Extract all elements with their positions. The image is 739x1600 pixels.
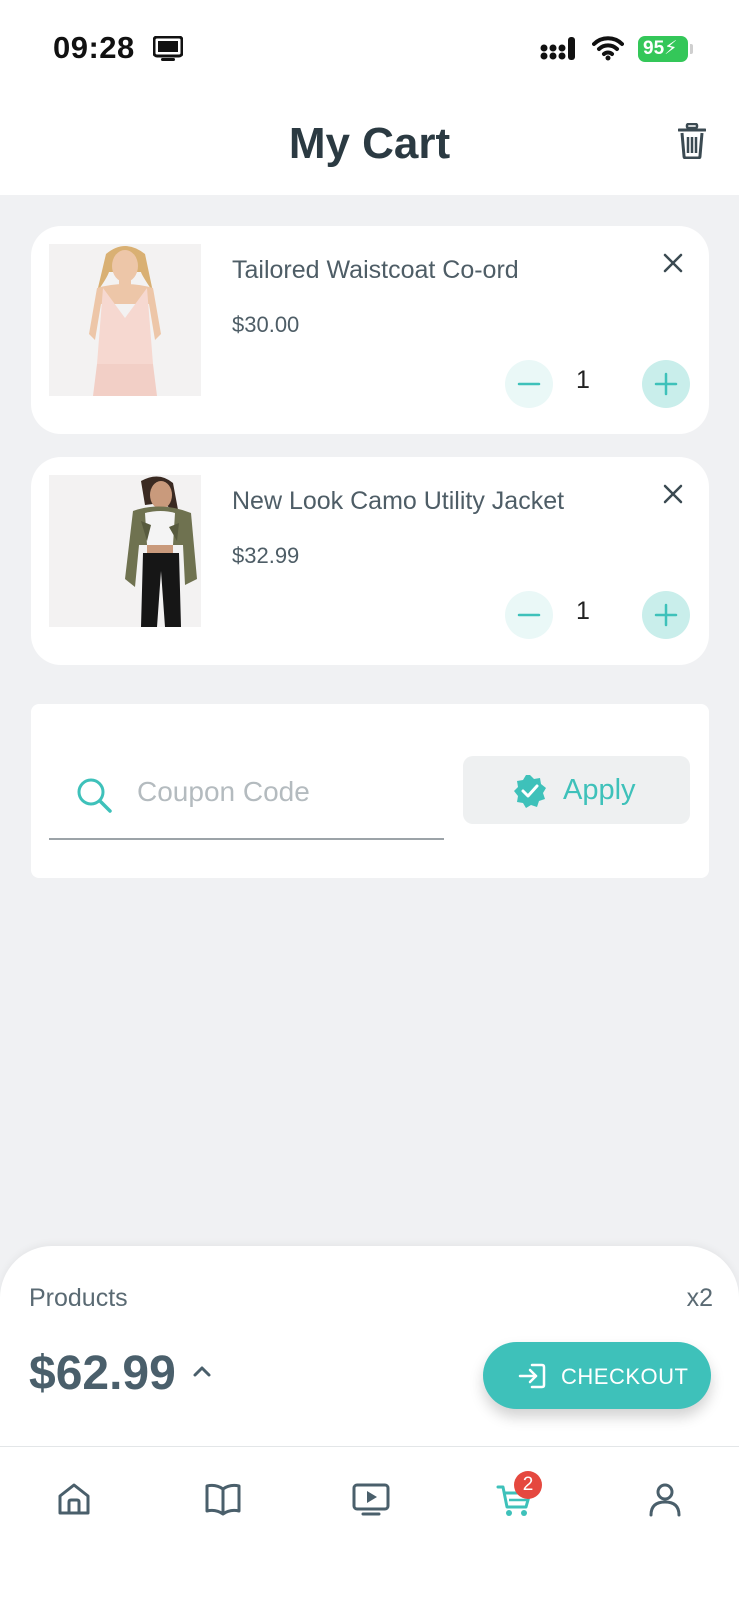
wifi-icon bbox=[592, 35, 624, 66]
signal-icon bbox=[540, 37, 578, 66]
quantity-decrease-button[interactable] bbox=[505, 591, 553, 639]
quantity-value: 1 bbox=[576, 366, 590, 394]
products-count: x2 bbox=[686, 1284, 713, 1312]
coupon-card: Apply bbox=[31, 704, 709, 878]
verified-badge-icon bbox=[513, 774, 547, 813]
product-image[interactable] bbox=[49, 475, 201, 627]
plus-icon bbox=[654, 372, 678, 396]
bottom-navigation: 2 bbox=[0, 1446, 739, 1600]
quantity-increase-button[interactable] bbox=[642, 360, 690, 408]
close-icon[interactable] bbox=[661, 482, 685, 511]
nav-home[interactable] bbox=[44, 1469, 104, 1529]
product-name[interactable]: Tailored Waistcoat Co-ord bbox=[232, 256, 519, 285]
total-price: $62.99 bbox=[29, 1347, 176, 1400]
home-icon bbox=[58, 1483, 90, 1515]
battery-indicator: 95⚡ bbox=[638, 36, 688, 62]
page-title: My Cart bbox=[288, 119, 451, 168]
nav-library[interactable] bbox=[192, 1469, 252, 1529]
product-price: $32.99 bbox=[232, 543, 300, 568]
cart-badge: 2 bbox=[514, 1471, 542, 1499]
cart-item[interactable]: New Look Camo Utility Jacket $32.99 1 bbox=[31, 457, 709, 665]
nav-profile[interactable] bbox=[635, 1469, 695, 1529]
product-price: $30.00 bbox=[232, 312, 300, 337]
quantity-decrease-button[interactable] bbox=[505, 360, 553, 408]
nav-cart[interactable]: 2 bbox=[484, 1469, 544, 1529]
trash-icon[interactable] bbox=[677, 122, 707, 164]
coupon-field[interactable] bbox=[49, 760, 444, 840]
minus-icon bbox=[517, 613, 541, 617]
product-image[interactable] bbox=[49, 244, 201, 396]
book-icon bbox=[205, 1483, 241, 1516]
coupon-input[interactable] bbox=[137, 774, 427, 810]
checkout-button[interactable]: CHECKOUT bbox=[483, 1342, 711, 1409]
apply-button[interactable]: Apply bbox=[463, 756, 690, 824]
battery-tip bbox=[690, 44, 693, 54]
order-summary: Products x2 $62.99 CHECKOUT bbox=[0, 1246, 739, 1446]
product-name[interactable]: New Look Camo Utility Jacket bbox=[232, 487, 564, 516]
video-icon bbox=[352, 1483, 390, 1516]
apply-label: Apply bbox=[563, 774, 636, 806]
products-label: Products bbox=[29, 1284, 128, 1312]
search-icon bbox=[75, 776, 113, 819]
screen-mirroring-icon bbox=[152, 35, 184, 67]
nav-video[interactable] bbox=[340, 1469, 400, 1529]
header: My Cart bbox=[0, 95, 739, 195]
login-icon bbox=[518, 1363, 546, 1394]
plus-icon bbox=[654, 603, 678, 627]
battery-level: 95 bbox=[643, 38, 665, 59]
close-icon[interactable] bbox=[661, 251, 685, 280]
quantity-value: 1 bbox=[576, 597, 590, 625]
status-time: 09:28 bbox=[53, 30, 135, 65]
status-bar: 09:28 95⚡ bbox=[0, 0, 739, 95]
profile-icon bbox=[649, 1483, 681, 1517]
cart-item[interactable]: Tailored Waistcoat Co-ord $30.00 1 bbox=[31, 226, 709, 434]
chevron-up-icon[interactable] bbox=[192, 1364, 212, 1383]
checkout-label: CHECKOUT bbox=[561, 1364, 689, 1389]
quantity-increase-button[interactable] bbox=[642, 591, 690, 639]
minus-icon bbox=[517, 382, 541, 386]
